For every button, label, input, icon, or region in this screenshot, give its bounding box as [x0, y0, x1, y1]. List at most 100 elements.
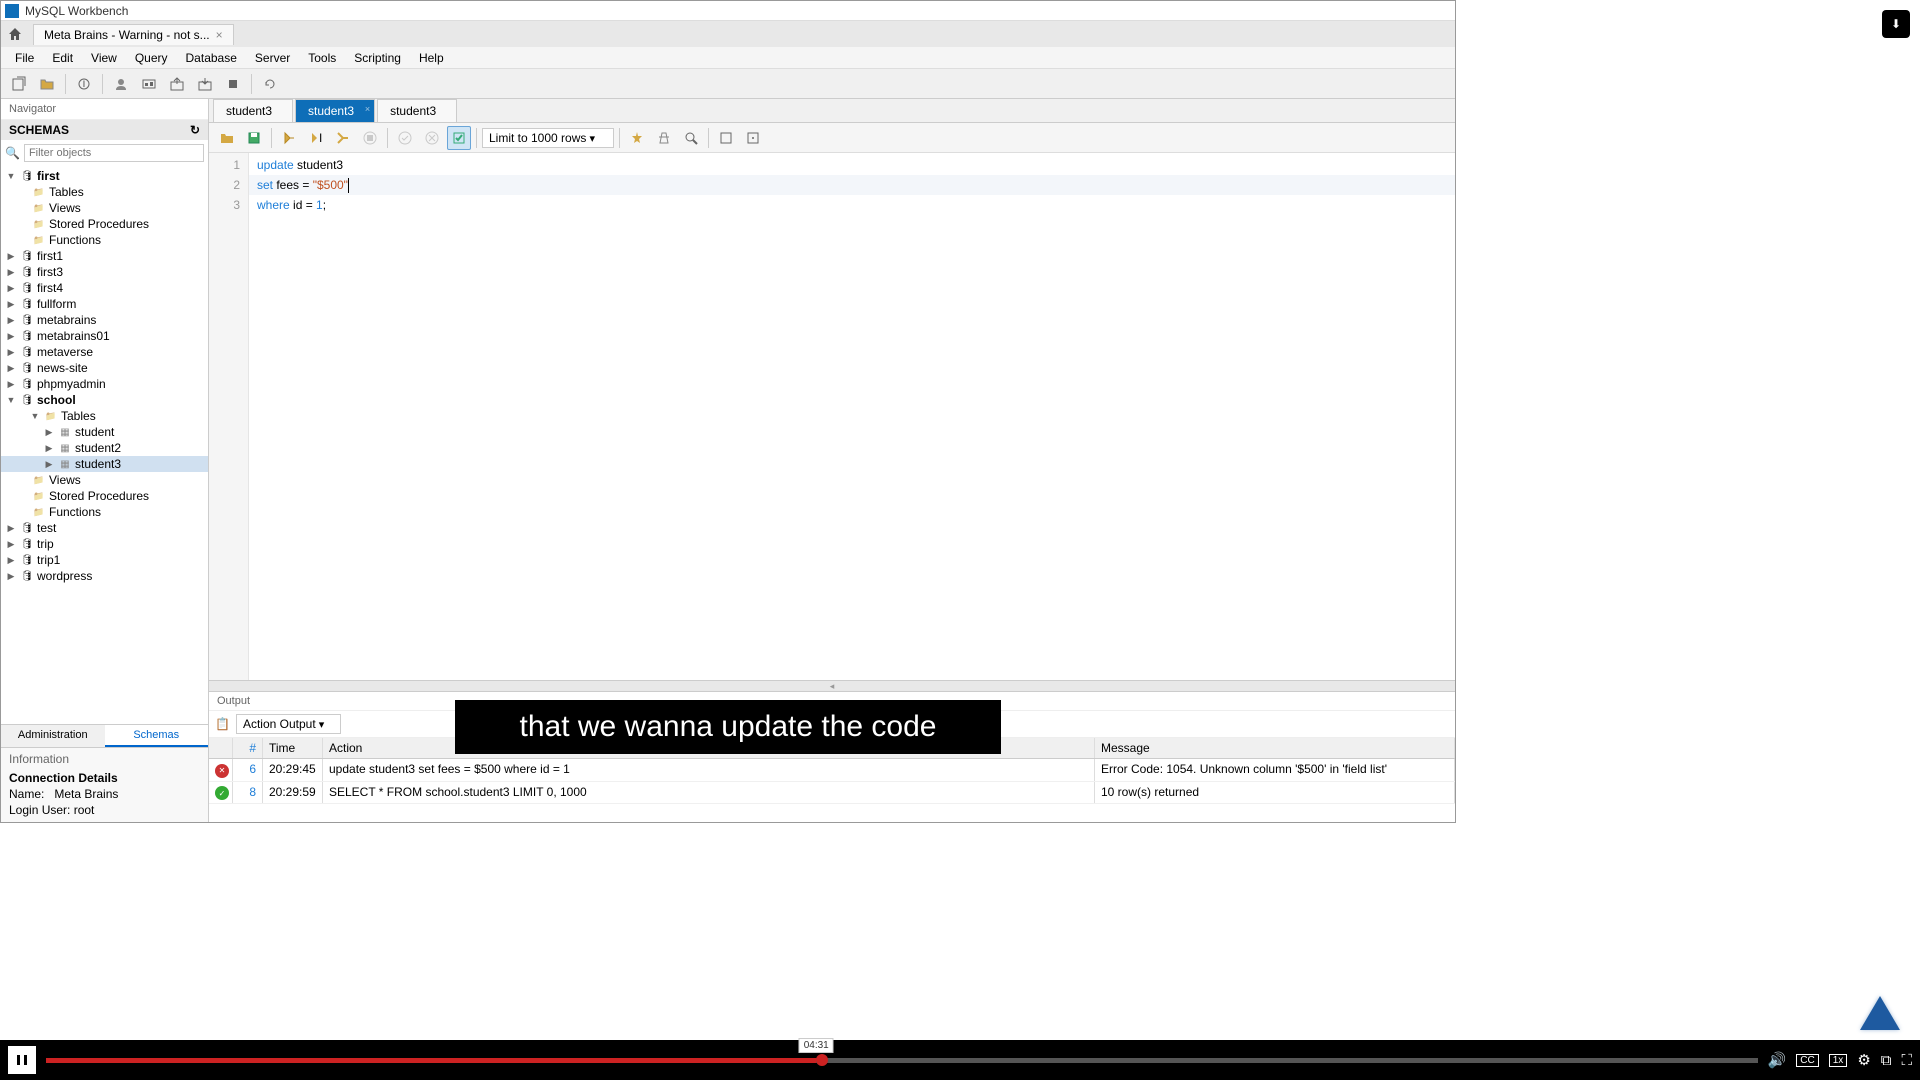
navigator-tabs: Administration Schemas [1, 724, 208, 747]
menu-file[interactable]: File [7, 49, 42, 67]
schema-fullform[interactable]: ▶fullform [1, 296, 208, 312]
output-type-select[interactable]: Action Output ▾ [236, 714, 341, 734]
find-button[interactable] [679, 126, 703, 150]
settings-icon[interactable]: ⚙ [1857, 1051, 1870, 1069]
menu-edit[interactable]: Edit [44, 49, 81, 67]
svg-text:I: I [319, 131, 322, 145]
schema-tree[interactable]: ▼first Tables Views Stored Procedures Fu… [1, 166, 208, 724]
open-file-button[interactable] [215, 126, 239, 150]
connection-details-title: Connection Details [9, 770, 200, 786]
filter-objects-input[interactable] [24, 144, 204, 162]
video-controls: 04:31 🔊 CC 1x ⚙ ⧉ ⛶ [0, 1040, 1920, 1080]
rollback-button[interactable] [420, 126, 444, 150]
limit-rows-select[interactable]: Limit to 1000 rows ▾ [482, 128, 614, 148]
stop-button[interactable] [221, 72, 245, 96]
close-icon[interactable]: × [216, 28, 223, 42]
home-icon[interactable] [5, 24, 25, 44]
folder-tables[interactable]: Tables [1, 184, 208, 200]
sql-editor[interactable]: 1 2 3 update student3 set fees = "$500" … [209, 153, 1455, 680]
menu-server[interactable]: Server [247, 49, 298, 67]
schema-metabrains[interactable]: ▶metabrains [1, 312, 208, 328]
import-button[interactable] [193, 72, 217, 96]
folder-views[interactable]: Views [1, 200, 208, 216]
schema-metabrains01[interactable]: ▶metabrains01 [1, 328, 208, 344]
progress-bar[interactable]: 04:31 [46, 1058, 1758, 1063]
schema-first1[interactable]: ▶first1 [1, 248, 208, 264]
connection-name-value: Meta Brains [54, 787, 118, 801]
open-sql-button[interactable] [35, 72, 59, 96]
folder-school-functions[interactable]: Functions [1, 504, 208, 520]
output-row[interactable]: ✕ 6 20:29:45 update student3 set fees = … [209, 759, 1455, 782]
cleanup-button[interactable] [652, 126, 676, 150]
folder-stored-procs[interactable]: Stored Procedures [1, 216, 208, 232]
tab-administration[interactable]: Administration [1, 725, 105, 747]
close-icon[interactable]: × [365, 104, 370, 114]
autocommit-button[interactable] [447, 126, 471, 150]
table-student[interactable]: ▶student [1, 424, 208, 440]
explain-button[interactable] [331, 126, 355, 150]
menubar: File Edit View Query Database Server Too… [1, 47, 1455, 69]
menu-query[interactable]: Query [127, 49, 176, 67]
connection-tab-strip: Meta Brains - Warning - not s... × [1, 21, 1455, 47]
schema-first3[interactable]: ▶first3 [1, 264, 208, 280]
stop-query-button[interactable] [358, 126, 382, 150]
status-button[interactable] [137, 72, 161, 96]
navigator-sidebar: Navigator SCHEMAS ↻ 🔍 ▼first Tables View… [1, 99, 209, 822]
menu-database[interactable]: Database [178, 49, 245, 67]
commit-button[interactable] [393, 126, 417, 150]
horizontal-splitter[interactable]: ◂ [209, 680, 1455, 692]
schema-wordpress[interactable]: ▶wordpress [1, 568, 208, 584]
table-student3[interactable]: ▶student3 [1, 456, 208, 472]
download-icon[interactable]: ⬇ [1882, 10, 1910, 38]
refresh-schemas-icon[interactable]: ↻ [190, 123, 200, 137]
schema-news-site[interactable]: ▶news-site [1, 360, 208, 376]
execute-button[interactable] [277, 126, 301, 150]
sql-tab-2[interactable]: student3 [377, 99, 457, 122]
information-title: Information [9, 752, 200, 766]
export-button[interactable] [165, 72, 189, 96]
schema-first[interactable]: ▼first [1, 168, 208, 184]
captions-button[interactable]: CC [1796, 1054, 1818, 1067]
refresh-button[interactable] [258, 72, 282, 96]
schema-trip1[interactable]: ▶trip1 [1, 552, 208, 568]
invisible-chars-button[interactable] [741, 126, 765, 150]
users-button[interactable] [109, 72, 133, 96]
menu-tools[interactable]: Tools [300, 49, 344, 67]
speed-button[interactable]: 1x [1829, 1054, 1848, 1067]
schema-metaverse[interactable]: ▶metaverse [1, 344, 208, 360]
pause-button[interactable] [8, 1046, 36, 1074]
sql-tab-1[interactable]: student3× [295, 99, 375, 122]
wrap-button[interactable] [714, 126, 738, 150]
connection-tab-label: Meta Brains - Warning - not s... [44, 28, 210, 42]
new-sql-tab-button[interactable] [7, 72, 31, 96]
volume-icon[interactable]: 🔊 [1768, 1051, 1787, 1069]
menu-help[interactable]: Help [411, 49, 452, 67]
success-icon: ✓ [215, 786, 229, 800]
schema-phpmyadmin[interactable]: ▶phpmyadmin [1, 376, 208, 392]
schema-first4[interactable]: ▶first4 [1, 280, 208, 296]
inspector-button[interactable]: i [72, 72, 96, 96]
progress-thumb[interactable] [816, 1054, 828, 1066]
schema-trip[interactable]: ▶trip [1, 536, 208, 552]
connection-tab[interactable]: Meta Brains - Warning - not s... × [33, 24, 234, 45]
subtitle-caption: that we wanna update the code [455, 700, 1001, 754]
sql-tab-0[interactable]: student3 [213, 99, 293, 122]
information-panel: Information Connection Details Name: Met… [1, 747, 208, 822]
schema-school[interactable]: ▼school [1, 392, 208, 408]
table-student2[interactable]: ▶student2 [1, 440, 208, 456]
execute-current-button[interactable]: I [304, 126, 328, 150]
folder-functions[interactable]: Functions [1, 232, 208, 248]
folder-school-procs[interactable]: Stored Procedures [1, 488, 208, 504]
schema-test[interactable]: ▶test [1, 520, 208, 536]
pip-icon[interactable]: ⧉ [1881, 1052, 1892, 1069]
save-file-button[interactable] [242, 126, 266, 150]
output-row[interactable]: ✓ 8 20:29:59 SELECT * FROM school.studen… [209, 782, 1455, 805]
fullscreen-icon[interactable]: ⛶ [1901, 1052, 1912, 1069]
svg-text:i: i [83, 76, 86, 90]
menu-scripting[interactable]: Scripting [346, 49, 409, 67]
folder-school-views[interactable]: Views [1, 472, 208, 488]
tab-schemas[interactable]: Schemas [105, 725, 209, 747]
folder-school-tables[interactable]: ▼Tables [1, 408, 208, 424]
menu-view[interactable]: View [83, 49, 125, 67]
beautify-button[interactable] [625, 126, 649, 150]
